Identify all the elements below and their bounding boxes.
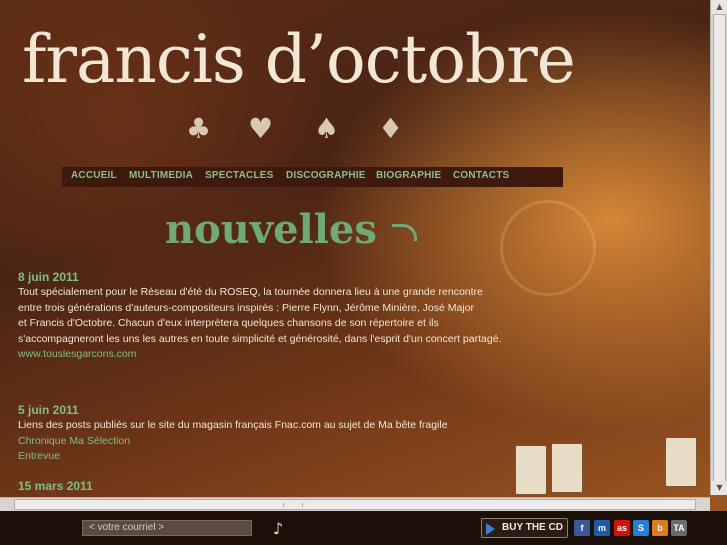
email-subscribe-input[interactable]: < votre courriel >	[82, 520, 252, 536]
blog-icon[interactable]: b	[652, 520, 668, 536]
news-item: 5 juin 2011 Liens des posts publiés sur …	[18, 402, 538, 465]
site-logo-text: francis d’octobre	[22, 21, 576, 98]
lastfm-icon[interactable]: as	[614, 520, 630, 536]
nav-item-spectacles[interactable]: SPECTACLES	[205, 170, 274, 181]
news-text-line: entre trois générations d'auteurs-compos…	[18, 301, 475, 314]
card-decoration	[515, 445, 547, 495]
news-text-line: Liens des posts publiés sur le site du m…	[18, 419, 448, 431]
page-title: nouvelles	[165, 206, 377, 253]
news-link-entrevue[interactable]: Entrevue	[18, 449, 538, 465]
nav-item-discographie[interactable]: DISCOGRAPHIE	[286, 170, 366, 181]
playing-cards-decoration	[515, 435, 705, 495]
news-link-chronique[interactable]: Chronique Ma Sélection	[18, 434, 538, 450]
news-text-line: s'accompagneront les uns les autres en t…	[18, 332, 502, 345]
suit-icons: ♣ ♥ ♠ ♦	[0, 112, 727, 152]
content-area: francis d’octobre ♣ ♥ ♠ ♦ ACCUEIL MULTIM…	[0, 0, 710, 495]
spade-icon: ♠	[314, 112, 340, 145]
scroll-up-icon[interactable]: ▲	[711, 0, 727, 14]
diamond-icon: ♦	[378, 112, 404, 145]
news-text-line: et Francis d'Octobre. Chacun d'eux inter…	[18, 317, 439, 329]
myspace-icon[interactable]: m	[594, 520, 610, 536]
nav-item-biographie[interactable]: BIOGRAPHIE	[376, 170, 441, 181]
music-note-icon[interactable]: ♪	[273, 519, 283, 538]
nav-item-multimedia[interactable]: MULTIMEDIA	[129, 170, 193, 181]
facebook-icon[interactable]: f	[574, 520, 590, 536]
horizontal-scroll-thumb[interactable]	[14, 499, 696, 510]
nav-item-contacts[interactable]: CONTACTS	[453, 170, 509, 181]
scroll-grip-icon	[283, 503, 303, 507]
heart-icon: ♥	[248, 112, 274, 145]
footer-bar: < votre courriel > ♪ BUY THE CD f m as S…	[0, 511, 727, 545]
ta-icon[interactable]: TA	[671, 520, 687, 536]
horizontal-scrollbar[interactable]	[0, 497, 710, 512]
club-icon: ♣	[186, 112, 212, 145]
news-item: 15 mars 2011	[18, 478, 538, 494]
news-text-line: Tout spécialement pour le Réseau d'été d…	[18, 286, 483, 298]
main-nav: ACCUEIL MULTIMEDIA SPECTACLES DISCOGRAPH…	[62, 167, 563, 187]
card-decoration	[551, 443, 583, 493]
news-date: 15 mars 2011	[18, 479, 93, 493]
news-link-touslesgarcons[interactable]: www.touslesgarcons.com	[18, 347, 538, 363]
skype-icon[interactable]: S	[633, 520, 649, 536]
vertical-scroll-thumb[interactable]	[713, 14, 726, 484]
scroll-down-icon[interactable]: ▼	[711, 481, 727, 495]
buy-cd-label: BUY THE CD	[502, 522, 563, 533]
news-date: 8 juin 2011	[18, 270, 79, 284]
news-date: 5 juin 2011	[18, 403, 79, 417]
nav-item-accueil[interactable]: ACCUEIL	[71, 170, 117, 181]
card-decoration	[665, 437, 697, 487]
buy-cd-button[interactable]: BUY THE CD	[481, 518, 568, 538]
site-logo[interactable]: francis d’octobre	[22, 20, 582, 100]
play-arrow-icon	[486, 523, 495, 535]
vertical-scrollbar[interactable]: ▲ ▼	[710, 0, 727, 495]
news-item: 8 juin 2011 Tout spécialement pour le Ré…	[18, 269, 538, 363]
